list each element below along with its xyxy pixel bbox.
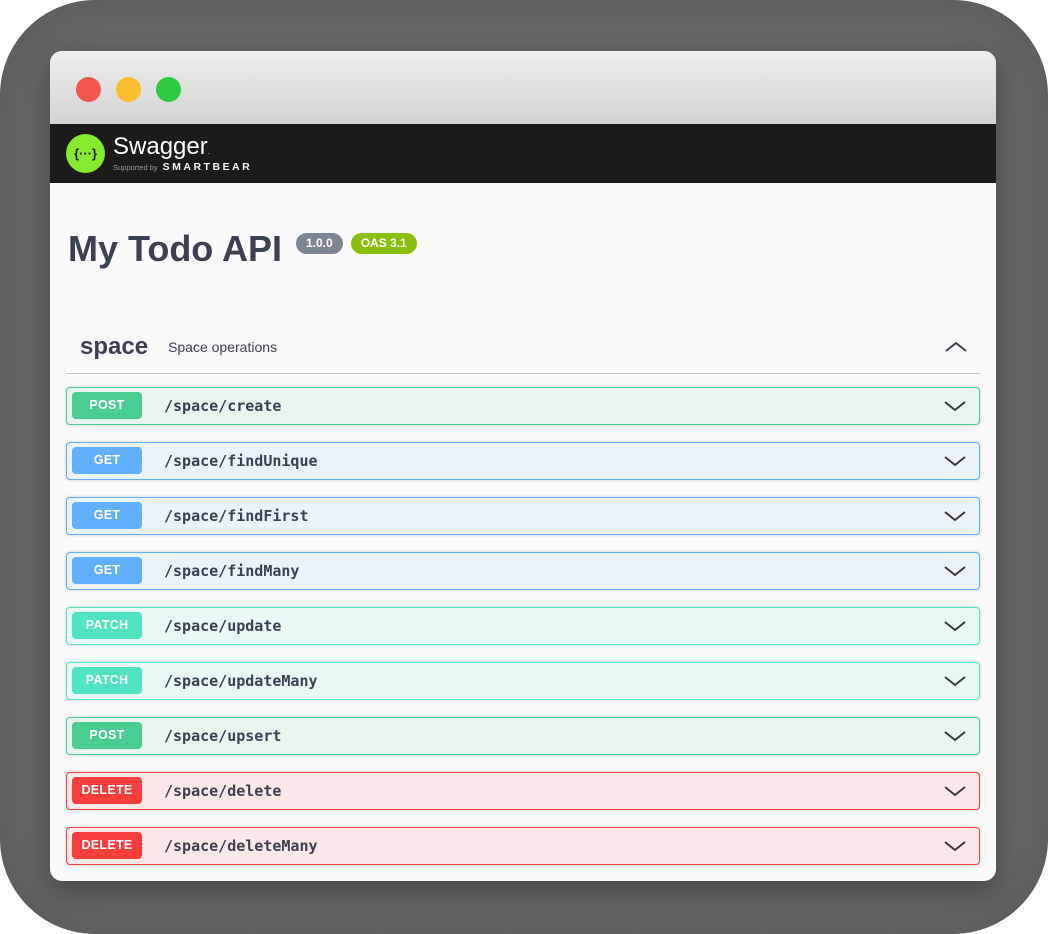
swagger-logo-text: Swagger. Supported by SMARTBEAR — [113, 134, 252, 172]
operation-path: /space/create — [164, 397, 281, 415]
tag-name: space — [80, 333, 148, 361]
expand-operation-button[interactable] — [943, 565, 967, 577]
swagger-topbar: {···} Swagger. Supported by SMARTBEAR — [50, 124, 996, 183]
http-method-badge: POST — [72, 392, 142, 419]
operation-row[interactable]: PATCH /space/update — [66, 607, 980, 645]
chevron-down-icon — [943, 620, 967, 632]
operation-row[interactable]: POST /space/create — [66, 387, 980, 425]
operation-row[interactable]: PATCH /space/updateMany — [66, 662, 980, 700]
http-method-badge: DELETE — [72, 832, 142, 859]
tag-section-header[interactable]: space Space operations — [66, 333, 980, 374]
expand-operation-button[interactable] — [943, 455, 967, 467]
chevron-down-icon — [943, 675, 967, 687]
expand-operation-button[interactable] — [943, 400, 967, 412]
expand-operation-button[interactable] — [943, 785, 967, 797]
http-method-badge: GET — [72, 447, 142, 474]
expand-operation-button[interactable] — [943, 675, 967, 687]
expand-operation-button[interactable] — [943, 510, 967, 522]
operation-path: /space/findMany — [164, 562, 299, 580]
smartbear-wordmark: SMARTBEAR — [163, 161, 253, 173]
operation-row[interactable]: POST /space/upsert — [66, 717, 980, 755]
operation-path: /space/findFirst — [164, 507, 309, 525]
http-method-badge: GET — [72, 502, 142, 529]
operation-path: /space/updateMany — [164, 672, 318, 690]
swagger-logo-icon: {···} — [66, 134, 105, 173]
http-method-badge: DELETE — [72, 777, 142, 804]
swagger-wordmark: Swagger. — [113, 134, 252, 159]
operation-path: /space/deleteMany — [164, 837, 318, 855]
operation-path: /space/update — [164, 617, 281, 635]
chevron-up-icon — [944, 341, 968, 353]
operation-row[interactable]: GET /space/findMany — [66, 552, 980, 590]
chevron-down-icon — [943, 455, 967, 467]
chevron-down-icon — [943, 840, 967, 852]
close-window-button[interactable] — [76, 77, 101, 102]
http-method-badge: POST — [72, 722, 142, 749]
chevron-down-icon — [943, 565, 967, 577]
operations-list: POST /space/create GET /space/findUnique… — [66, 387, 980, 865]
expand-operation-button[interactable] — [943, 620, 967, 632]
page-title: My Todo API — [68, 229, 282, 269]
http-method-badge: PATCH — [72, 612, 142, 639]
minimize-window-button[interactable] — [116, 77, 141, 102]
expand-operation-button[interactable] — [943, 840, 967, 852]
version-badge: 1.0.0 — [296, 233, 343, 254]
chevron-down-icon — [943, 510, 967, 522]
http-method-badge: GET — [72, 557, 142, 584]
operation-row[interactable]: GET /space/findFirst — [66, 497, 980, 535]
oas-badge: OAS 3.1 — [351, 233, 417, 254]
chevron-down-icon — [943, 730, 967, 742]
chevron-down-icon — [943, 785, 967, 797]
chevron-down-icon — [943, 400, 967, 412]
expand-operation-button[interactable] — [943, 730, 967, 742]
api-doc-content: My Todo API 1.0.0 OAS 3.1 space Space op… — [50, 183, 996, 865]
operation-path: /space/findUnique — [164, 452, 318, 470]
api-title-row: My Todo API 1.0.0 OAS 3.1 — [66, 229, 980, 269]
tag-description: Space operations — [168, 339, 277, 355]
http-method-badge: PATCH — [72, 667, 142, 694]
operation-path: /space/upsert — [164, 727, 281, 745]
operation-path: /space/delete — [164, 782, 281, 800]
window-titlebar — [50, 51, 996, 124]
operation-row[interactable]: DELETE /space/deleteMany — [66, 827, 980, 865]
collapse-section-button[interactable] — [944, 341, 968, 353]
supported-by-label: Supported by — [113, 163, 158, 172]
trademark-mark: . — [208, 147, 210, 156]
operation-row[interactable]: GET /space/findUnique — [66, 442, 980, 480]
app-window: {···} Swagger. Supported by SMARTBEAR My… — [50, 51, 996, 881]
screenshot-stage: {···} Swagger. Supported by SMARTBEAR My… — [0, 0, 1048, 934]
operation-row[interactable]: DELETE /space/delete — [66, 772, 980, 810]
maximize-window-button[interactable] — [156, 77, 181, 102]
